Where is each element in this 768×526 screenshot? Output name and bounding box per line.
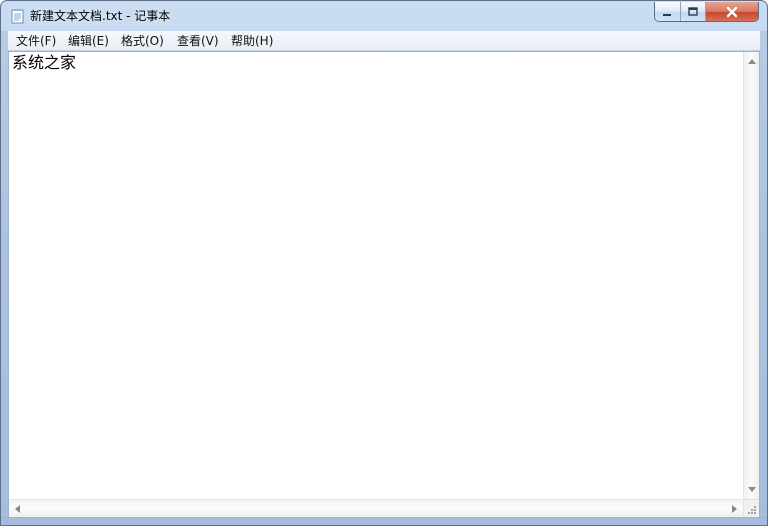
close-icon: [726, 6, 738, 18]
resize-grip-icon[interactable]: [747, 505, 757, 515]
notepad-icon: [10, 8, 26, 24]
menu-view[interactable]: 查看(V): [175, 31, 224, 51]
menu-file[interactable]: 文件(F): [14, 31, 60, 51]
scroll-right-arrow-icon[interactable]: [732, 505, 737, 513]
horizontal-scrollbar[interactable]: [9, 499, 743, 517]
scroll-down-arrow-icon[interactable]: [748, 487, 756, 492]
menu-edit[interactable]: 编辑(E): [66, 31, 112, 51]
scroll-left-arrow-icon[interactable]: [15, 505, 20, 513]
title-bar[interactable]: 新建文本文档.txt - 记事本: [1, 1, 767, 31]
minimize-button[interactable]: [655, 2, 681, 21]
menu-bar: 文件(F) 编辑(E) 格式(O) 查看(V) 帮助(H): [8, 31, 760, 51]
editor-content[interactable]: 系统之家: [12, 53, 76, 73]
menu-help[interactable]: 帮助(H): [229, 31, 280, 51]
window-title: 新建文本文档.txt - 记事本: [30, 9, 171, 23]
window-right-border: [760, 31, 767, 518]
window-controls: [654, 2, 759, 22]
maximize-icon: [688, 7, 698, 16]
window-left-border: [1, 31, 8, 518]
vertical-scrollbar[interactable]: [743, 52, 759, 499]
minimize-icon: [663, 14, 672, 16]
menu-format[interactable]: 格式(O): [119, 31, 170, 51]
text-editor[interactable]: 系统之家: [9, 52, 743, 499]
scroll-corner: [743, 499, 759, 517]
maximize-button[interactable]: [680, 2, 707, 21]
scroll-up-arrow-icon[interactable]: [748, 59, 756, 64]
close-button[interactable]: [706, 2, 758, 21]
window-bottom-border: [1, 517, 767, 525]
notepad-window: 新建文本文档.txt - 记事本 文件(F) 编辑(E) 格式(O) 查看(V)…: [0, 0, 768, 526]
editor-frame: 系统之家: [8, 51, 760, 518]
